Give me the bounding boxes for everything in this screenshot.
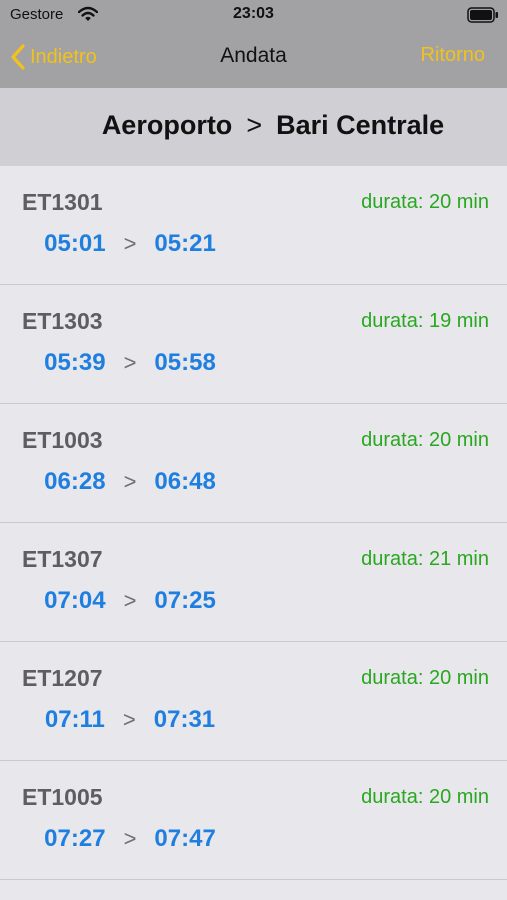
navigation-bar: Indietro Andata Ritorno xyxy=(0,30,507,88)
time-separator: > xyxy=(123,826,137,851)
route-destination: Bari Centrale xyxy=(276,110,445,140)
train-code: ET1301 xyxy=(22,189,103,215)
train-code: ET1207 xyxy=(22,665,103,691)
arrival-time: 07:25 xyxy=(154,587,216,614)
train-code: ET1307 xyxy=(22,546,103,572)
arrival-time: 05:21 xyxy=(154,230,216,257)
train-duration: durata: 21 min xyxy=(361,548,489,570)
route-origin: Aeroporto xyxy=(101,110,233,140)
train-code: ET1303 xyxy=(22,308,103,334)
time-separator: > xyxy=(123,231,137,256)
departure-time: 05:01 xyxy=(44,230,106,257)
arrival-time: 06:48 xyxy=(154,468,216,495)
departure-time: 07:04 xyxy=(44,587,106,614)
train-row[interactable]: ET1301 durata: 20 min 05:01 > 05:21 xyxy=(0,166,507,285)
departure-time: 07:27 xyxy=(44,825,106,852)
train-row[interactable]: ET1307 durata: 21 min 07:04 > 07:25 xyxy=(0,523,507,642)
arrival-time: 07:31 xyxy=(153,706,216,733)
train-row[interactable]: ET1005 durata: 20 min 07:27 > 07:47 xyxy=(0,761,507,880)
train-row[interactable]: ET1207 durata: 20 min 07:11 > 07:31 xyxy=(0,642,507,761)
train-row[interactable]: ET1003 durata: 20 min 06:28 > 06:48 xyxy=(0,404,507,523)
train-times: 05:39 > 05:58 xyxy=(0,349,260,377)
time-separator: > xyxy=(122,707,136,732)
route-title: Aeroporto > Bari Centrale xyxy=(0,110,507,141)
train-times: 07:11 > 07:31 xyxy=(0,706,260,734)
return-button[interactable]: Ritorno xyxy=(421,44,485,67)
status-time: 23:03 xyxy=(233,5,274,22)
train-times: 06:28 > 06:48 xyxy=(0,468,260,496)
train-duration: durata: 20 min xyxy=(361,786,489,808)
train-duration: durata: 19 min xyxy=(361,310,489,332)
route-header: Aeroporto > Bari Centrale xyxy=(0,88,507,166)
status-bar: Gestore 23:03 xyxy=(0,0,507,30)
train-duration: durata: 20 min xyxy=(361,429,489,451)
time-separator: > xyxy=(123,469,137,494)
train-times: 07:27 > 07:47 xyxy=(0,825,260,853)
departure-time: 07:11 xyxy=(44,706,105,733)
departure-time: 06:28 xyxy=(44,468,106,495)
departure-time: 05:39 xyxy=(44,349,106,376)
train-duration: durata: 20 min xyxy=(361,191,489,213)
time-separator: > xyxy=(123,588,137,613)
train-times: 05:01 > 05:21 xyxy=(0,230,260,258)
arrival-time: 07:47 xyxy=(154,825,216,852)
train-code: ET1003 xyxy=(22,427,103,453)
time-separator: > xyxy=(123,350,137,375)
train-code: ET1005 xyxy=(22,784,103,810)
train-duration: durata: 20 min xyxy=(361,667,489,689)
arrival-time: 05:58 xyxy=(154,349,216,376)
train-list: ET1301 durata: 20 min 05:01 > 05:21 ET13… xyxy=(0,166,507,880)
train-row[interactable]: ET1303 durata: 19 min 05:39 > 05:58 xyxy=(0,285,507,404)
battery-icon xyxy=(467,7,498,23)
route-separator: > xyxy=(246,110,263,140)
train-times: 07:04 > 07:25 xyxy=(0,587,260,615)
